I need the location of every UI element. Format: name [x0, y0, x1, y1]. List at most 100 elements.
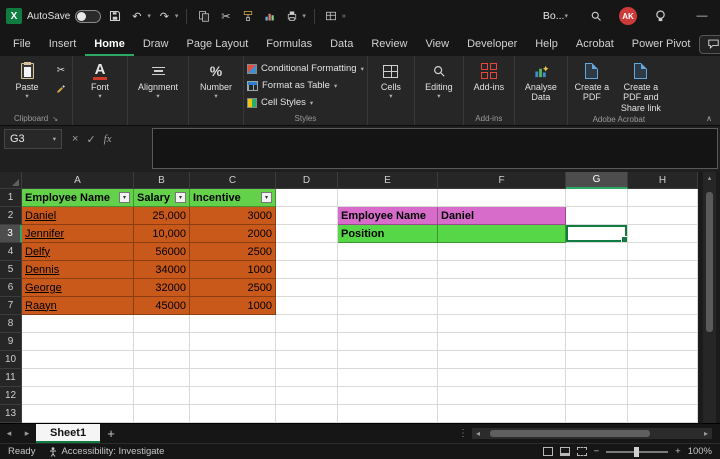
cell-A7[interactable]: Raayn [22, 297, 134, 315]
cell-A12[interactable] [22, 387, 134, 405]
cell-H3[interactable] [628, 225, 698, 243]
cell-F3[interactable] [438, 225, 566, 243]
cell-B8[interactable] [134, 315, 190, 333]
cut-button[interactable]: ✂ [53, 63, 69, 77]
filter-button-A1[interactable]: ▾ [119, 192, 130, 203]
cell-C12[interactable] [190, 387, 276, 405]
cell-A2[interactable]: Daniel [22, 207, 134, 225]
autosave-control[interactable]: AutoSave [27, 9, 102, 23]
table-pen-icon[interactable] [323, 7, 340, 25]
cell-E11[interactable] [338, 369, 438, 387]
cell-G5[interactable] [566, 261, 628, 279]
cell-H8[interactable] [628, 315, 698, 333]
row-header-2[interactable]: 2 [0, 207, 22, 225]
cell-F4[interactable] [438, 243, 566, 261]
cell-H9[interactable] [628, 333, 698, 351]
column-header-B[interactable]: B [134, 172, 190, 189]
cell-E12[interactable] [338, 387, 438, 405]
cell-G7[interactable] [566, 297, 628, 315]
scroll-left-icon[interactable]: ◂ [472, 429, 484, 438]
cell-D9[interactable] [276, 333, 338, 351]
undo-dropdown-icon[interactable]: ▾ [147, 12, 151, 20]
cell-C5[interactable]: 1000 [190, 261, 276, 279]
ideas-icon[interactable] [652, 7, 669, 25]
tab-draw[interactable]: Draw [134, 32, 178, 56]
cell-C1[interactable]: Incentive ▾ [190, 189, 276, 207]
cell-C2[interactable]: 3000 [190, 207, 276, 225]
vertical-scroll-thumb[interactable] [706, 192, 713, 332]
create-pdf-button[interactable]: Create a PDF [571, 58, 613, 103]
cell-A9[interactable] [22, 333, 134, 351]
cell-C4[interactable]: 2500 [190, 243, 276, 261]
editing-button[interactable]: Editing ▾ [418, 58, 460, 101]
format-painter-icon[interactable] [239, 7, 256, 25]
cell-C9[interactable] [190, 333, 276, 351]
analyse-data-button[interactable]: Analyse Data [518, 58, 564, 103]
tab-view[interactable]: View [416, 32, 458, 56]
cell-D3[interactable] [276, 225, 338, 243]
clipboard-dialog-launcher-icon[interactable]: ↘ [52, 115, 58, 123]
cell-G1[interactable] [566, 189, 628, 207]
scroll-right-icon[interactable]: ▸ [700, 429, 712, 438]
zoom-in-icon[interactable]: + [675, 446, 681, 457]
cell-B13[interactable] [134, 405, 190, 423]
cell-D4[interactable] [276, 243, 338, 261]
confirm-entry-icon[interactable]: ✓ [86, 133, 95, 146]
cell-G6[interactable] [566, 279, 628, 297]
cell-H6[interactable] [628, 279, 698, 297]
cell-C8[interactable] [190, 315, 276, 333]
cell-G12[interactable] [566, 387, 628, 405]
cell-H5[interactable] [628, 261, 698, 279]
cell-B1[interactable]: Salary ▾ [134, 189, 190, 207]
redo-dropdown-icon[interactable]: ▾ [175, 12, 179, 20]
cell-B5[interactable]: 34000 [134, 261, 190, 279]
column-header-G[interactable]: G [566, 172, 628, 189]
account-avatar[interactable]: AK [619, 7, 637, 25]
column-header-F[interactable]: F [438, 172, 566, 189]
cell-G4[interactable] [566, 243, 628, 261]
font-button[interactable]: A Font ▾ [76, 58, 124, 101]
cell-C11[interactable] [190, 369, 276, 387]
cell-F2[interactable]: Daniel [438, 207, 566, 225]
tab-review[interactable]: Review [362, 32, 416, 56]
cell-D12[interactable] [276, 387, 338, 405]
tabbar-splitter-icon[interactable]: ⋮ [458, 428, 468, 439]
cell-F6[interactable] [438, 279, 566, 297]
workbook-dropdown-icon[interactable]: ▾ [564, 12, 568, 20]
cell-F11[interactable] [438, 369, 566, 387]
sheet-tab-sheet1[interactable]: Sheet1 [36, 424, 101, 443]
cell-F5[interactable] [438, 261, 566, 279]
format-as-table-button[interactable]: Format as Table ▾ [247, 77, 337, 94]
cell-A11[interactable] [22, 369, 134, 387]
cell-C10[interactable] [190, 351, 276, 369]
cell-G13[interactable] [566, 405, 628, 423]
cell-E6[interactable] [338, 279, 438, 297]
cell-C13[interactable] [190, 405, 276, 423]
cell-F1[interactable] [438, 189, 566, 207]
zoom-slider[interactable] [606, 446, 669, 457]
name-box-dropdown-icon[interactable]: ▾ [53, 135, 56, 143]
cell-H1[interactable] [628, 189, 698, 207]
page-layout-view-icon[interactable] [559, 447, 570, 456]
undo-icon[interactable]: ↶ [128, 7, 145, 25]
paste-button[interactable]: Paste ▾ [3, 58, 51, 101]
autosave-toggle[interactable] [75, 9, 102, 23]
scroll-up-icon[interactable]: ▴ [708, 172, 712, 184]
cell-B6[interactable]: 32000 [134, 279, 190, 297]
save-icon[interactable] [106, 7, 123, 25]
tab-power-pivot[interactable]: Power Pivot [623, 32, 700, 56]
copy-icon[interactable] [195, 7, 212, 25]
cell-A1[interactable]: Employee Name ▾ [22, 189, 134, 207]
more-commands-icon[interactable]: » [342, 13, 346, 20]
cut-icon[interactable]: ✂ [217, 7, 234, 25]
cell-F8[interactable] [438, 315, 566, 333]
cell-A13[interactable] [22, 405, 134, 423]
cell-G11[interactable] [566, 369, 628, 387]
sheet-nav-right-icon[interactable]: ▸ [18, 424, 36, 443]
horizontal-scrollbar[interactable]: ◂ ▸ [472, 428, 712, 439]
row-header-8[interactable]: 8 [0, 315, 22, 333]
tab-acrobat[interactable]: Acrobat [567, 32, 623, 56]
row-header-5[interactable]: 5 [0, 261, 22, 279]
row-header-6[interactable]: 6 [0, 279, 22, 297]
select-all-corner[interactable] [0, 172, 22, 189]
